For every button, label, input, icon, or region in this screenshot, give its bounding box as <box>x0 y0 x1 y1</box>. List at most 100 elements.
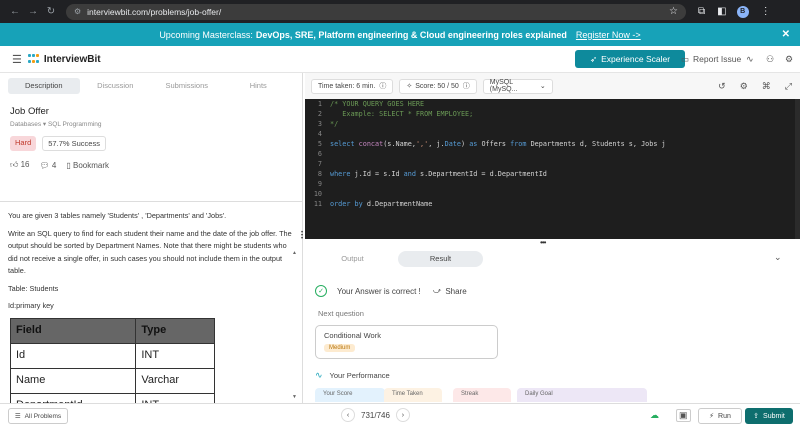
tab-result[interactable]: Result <box>398 251 483 267</box>
bookmark-star-icon[interactable]: ☆ <box>669 6 678 17</box>
problem-description: You are given 3 tables namely 'Students'… <box>0 202 302 403</box>
shortcuts-icon[interactable]: ⌘ <box>762 81 771 92</box>
settings-icon[interactable]: ⚙ <box>740 81 748 92</box>
tab-hints[interactable]: Hints <box>223 78 295 94</box>
table-cell: DepartmentId <box>9 392 137 403</box>
editor-scrollbar[interactable] <box>795 99 800 239</box>
register-link[interactable]: Register Now -> <box>576 30 641 40</box>
comments-button[interactable]: 💬︎ 4 <box>40 161 57 170</box>
line-number: 9 <box>317 180 322 188</box>
line-number: 5 <box>317 140 322 148</box>
like-button[interactable]: 👍︎ 16 <box>10 160 30 170</box>
logo-mark-icon <box>27 54 41 64</box>
console-icon[interactable]: ▣ <box>676 409 691 422</box>
students-schema-table: Field Type Id INT Name Varchar Departmen… <box>9 317 215 403</box>
line-number: 1 <box>317 100 322 108</box>
reset-icon[interactable]: ↺ <box>718 81 726 92</box>
side-panel-icon[interactable]: ◧ <box>717 6 726 17</box>
expand-icon[interactable]: ⤢ <box>785 81 792 92</box>
logo-text: InterviewBit <box>43 53 101 65</box>
time-taken-card: Time Taken <box>384 388 442 402</box>
share-label: Share <box>445 286 467 296</box>
cloud-sync-icon[interactable]: ☁ <box>650 410 659 421</box>
line-number: 10 <box>313 190 322 198</box>
left-scrollbar[interactable]: ▲ ▼ <box>292 250 298 403</box>
language-select[interactable]: MySQL (MySQ... ⌄ <box>482 78 553 94</box>
site-info-icon[interactable]: ⚙ <box>74 7 81 16</box>
editor-resize-handle[interactable]: ••• <box>540 238 546 247</box>
table-cell: INT <box>135 392 215 403</box>
activity-icon[interactable]: ∿ <box>746 54 754 65</box>
settings-icon[interactable]: ⚙ <box>785 54 793 65</box>
run-label: Run <box>718 412 731 420</box>
user-icon[interactable]: ⚇ <box>766 54 774 65</box>
hamburger-menu-icon[interactable]: ☰ <box>12 53 22 66</box>
all-problems-button[interactable]: ☰ All Problems <box>8 408 68 424</box>
upload-icon: ⇪ <box>753 413 760 420</box>
code-editor[interactable]: 1/* YOUR QUERY GOES HERE 2 Example: SELE… <box>305 99 795 239</box>
table-cell: Name <box>9 367 137 394</box>
experience-scaler-button[interactable]: ➶ Experience Scaler <box>575 50 685 68</box>
result-tabs: Output Result <box>305 250 795 268</box>
next-problem-button[interactable]: › <box>395 408 410 422</box>
streak-card: Streak <box>453 388 511 402</box>
problem-panel: Description Discussion Submissions Hints… <box>0 73 303 403</box>
editor-toolbar: Time taken: 6 min. ⓘ ✧ Score: 50 / 50 ⓘ … <box>305 73 800 99</box>
line-number: 8 <box>317 170 322 178</box>
scroll-down-icon[interactable]: ▼ <box>292 394 297 400</box>
tab-output[interactable]: Output <box>310 251 395 267</box>
page-indicator: 731/746 <box>361 410 390 420</box>
difficulty-badge: Medium <box>324 344 356 352</box>
report-issue-label: Report Issue <box>693 54 742 64</box>
logo[interactable]: InterviewBit <box>27 53 101 65</box>
score-label: Score: 50 / 50 <box>415 82 459 90</box>
address-bar[interactable]: ⚙ interviewbit.com/problems/job-offer/ ☆ <box>66 3 686 20</box>
line-number: 3 <box>317 120 322 128</box>
performance-header: ∿ Your Performance <box>315 370 390 381</box>
next-question-card[interactable]: Conditional Work Medium <box>315 325 498 359</box>
menu-dots-icon[interactable]: ⋮ <box>761 6 771 17</box>
reload-icon[interactable]: ↻ <box>44 6 58 17</box>
tab-discussion[interactable]: Discussion <box>80 78 152 94</box>
submit-button[interactable]: ⇪ Submit <box>745 408 793 424</box>
report-icon: ▭ <box>681 54 690 64</box>
breadcrumb[interactable]: Databases ▾ SQL Programming <box>10 120 292 128</box>
experience-scaler-label: Experience Scaler <box>601 54 671 64</box>
time-taken: Time taken: 6 min. ⓘ <box>311 78 394 94</box>
report-issue-button[interactable]: ▭ Report Issue <box>681 54 741 65</box>
chevron-down-icon: ⌄ <box>539 83 546 90</box>
problem-header: Job Offer Databases ▾ SQL Programming Ha… <box>0 99 302 202</box>
tab-description[interactable]: Description <box>8 78 80 94</box>
lightning-icon: ⚡︎ <box>709 413 715 420</box>
check-circle-icon: ✓ <box>315 285 327 297</box>
prev-problem-button[interactable]: ‹ <box>341 408 355 422</box>
line-number: 7 <box>317 160 322 168</box>
table-row: Name Varchar <box>9 367 215 394</box>
footer-bar: ☰ All Problems ‹ 731/746 › ☁ ▣ ⚡︎ Run ⇪ … <box>0 403 800 428</box>
profile-avatar[interactable]: B <box>736 5 749 18</box>
score-pill: ✧ Score: 50 / 50 ⓘ <box>399 78 477 94</box>
chevron-down-icon[interactable]: ⌄ <box>774 252 782 263</box>
desc-paragraph: Write an SQL query to find for each stud… <box>8 228 292 276</box>
extensions-icon[interactable]: ⧉ <box>698 6 705 17</box>
info-icon[interactable]: ⓘ <box>463 81 470 91</box>
back-icon[interactable]: ← <box>8 6 22 17</box>
share-icon: ⤻ <box>432 286 442 295</box>
bookmark-icon: ▯ <box>66 160 71 170</box>
close-icon[interactable]: ✕ <box>782 29 790 40</box>
scroll-up-icon[interactable]: ▲ <box>292 250 297 256</box>
language-value: MySQL (MySQ... <box>489 79 518 93</box>
bookmark-label: Bookmark <box>73 160 110 170</box>
share-button[interactable]: ⤻ Share <box>433 286 467 296</box>
run-button[interactable]: ⚡︎ Run <box>698 408 742 424</box>
url-text: interviewbit.com/problems/job-offer/ <box>87 6 222 17</box>
performance-label: Your Performance <box>329 371 390 380</box>
line-number: 6 <box>317 150 322 158</box>
line-number: 4 <box>317 130 322 138</box>
comment-count: 4 <box>51 160 57 170</box>
masterclass-banner: Upcoming Masterclass: DevOps, SRE, Platf… <box>0 23 800 46</box>
forward-icon[interactable]: → <box>26 6 40 17</box>
info-icon[interactable]: ⓘ <box>379 81 386 91</box>
bookmark-button[interactable]: ▯ Bookmark <box>66 161 109 170</box>
tab-submissions[interactable]: Submissions <box>151 78 223 94</box>
